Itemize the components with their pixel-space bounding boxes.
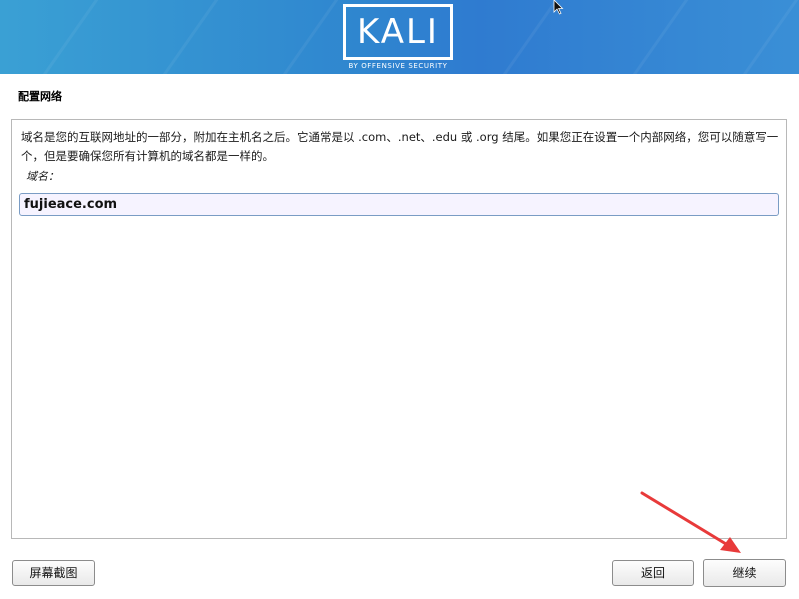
continue-button[interactable]: 继续	[703, 559, 786, 587]
kali-logo-subtitle: BY OFFENSIVE SECURITY	[348, 62, 448, 70]
mouse-cursor-icon	[553, 0, 564, 15]
kali-banner: KALI BY OFFENSIVE SECURITY	[0, 0, 799, 74]
banner-stripe	[140, 0, 223, 74]
banner-stripe	[20, 0, 103, 74]
back-button[interactable]: 返回	[612, 560, 694, 586]
domain-field-label: 域名：	[26, 170, 59, 183]
annotation-arrow-icon	[640, 491, 741, 553]
screenshot-button[interactable]: 屏幕截图	[12, 560, 95, 586]
main-panel: 域名是您的互联网地址的一部分，附加在主机名之后。它通常是以 .com、.net、…	[11, 119, 787, 539]
domain-description: 域名是您的互联网地址的一部分，附加在主机名之后。它通常是以 .com、.net、…	[21, 130, 779, 163]
page-title: 配置网络	[18, 90, 62, 103]
kali-logo: KALI	[343, 4, 453, 60]
kali-logo-text: KALI	[357, 12, 439, 52]
banner-stripe	[720, 0, 799, 74]
banner-stripe	[480, 0, 563, 74]
domain-input[interactable]	[19, 193, 779, 216]
banner-stripe	[610, 0, 693, 74]
